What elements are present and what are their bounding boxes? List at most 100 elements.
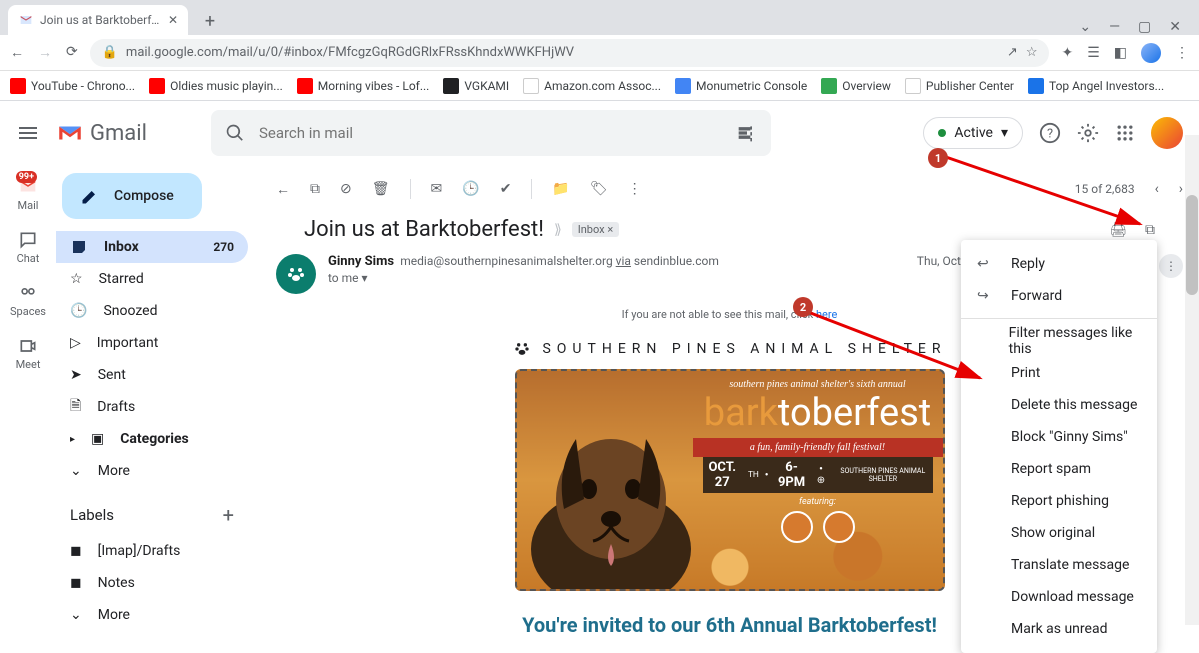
search-input[interactable] [259,124,723,142]
inbox-chip[interactable]: Inbox × [572,222,619,237]
menu-unread[interactable]: Mark as unread [961,613,1157,645]
profile-avatar-icon[interactable] [1141,43,1161,63]
status-chip[interactable]: Active▾ [923,117,1023,149]
archive-icon[interactable]: ⧉ [310,181,320,197]
browser-tab[interactable]: Join us at Barktoberfest! - marsh ✕ [8,5,188,35]
back-icon[interactable]: ← [10,44,24,61]
new-tab-button[interactable]: + [196,7,224,35]
bookmark-item[interactable]: YouTube - Chrono... [10,78,135,94]
menu-original[interactable]: Show original [961,517,1157,549]
rail-mail[interactable]: 99+ Mail [17,175,39,212]
scrollbar-thumb[interactable] [1186,195,1198,295]
app-rail: 99+ Mail Chat Spaces Meet [0,165,56,637]
spam-icon[interactable]: ⊘ [340,181,352,197]
share-icon[interactable]: ↗ [1007,45,1018,60]
tune-icon[interactable] [737,123,757,143]
menu-translate[interactable]: Translate message [961,549,1157,581]
compose-button[interactable]: Compose [62,173,202,219]
sender-name: Ginny Sims [328,254,394,269]
sidebar-item-important[interactable]: ▷Important [56,327,248,359]
clock-icon: 🕒 [70,303,87,319]
sidebar-item-drafts[interactable]: 🗎Drafts [56,391,248,423]
dog-image [515,399,711,591]
bookmark-item[interactable]: VGKAMI [443,78,509,94]
more-icon[interactable]: ⋮ [628,181,642,197]
prev-icon[interactable]: ‹ [1155,181,1159,197]
menu-phishing[interactable]: Report phishing [961,485,1157,517]
maximize-icon[interactable]: ▢ [1138,19,1151,35]
sender-avatar[interactable] [276,254,316,294]
sidebar-item-inbox[interactable]: Inbox270 [56,231,248,263]
print-icon[interactable]: 🖨 [1109,222,1127,238]
caret-down-icon: ▾ [362,271,368,285]
back-icon[interactable]: ← [276,181,290,198]
fallback-link[interactable]: here [816,308,837,321]
search-icon [225,123,245,143]
window-controls: ⌄ — ▢ ✕ [1079,19,1191,35]
gmail-logo[interactable]: Gmail [56,121,147,146]
chevron-down-icon[interactable]: ⌄ [1079,19,1091,35]
bookmark-item[interactable]: Publisher Center [905,78,1014,94]
bookmark-item[interactable]: Morning vibes - Lof... [297,78,430,94]
label-more[interactable]: ⌄More [56,599,248,631]
reload-icon[interactable]: ⟳ [66,44,78,61]
label-icon[interactable]: 🏷 [590,181,608,197]
label-item[interactable]: ◼Notes [56,567,248,599]
to-line[interactable]: to me ▾ [328,271,905,285]
side-panel-icon[interactable]: ◧ [1114,45,1127,61]
menu-delete[interactable]: Delete this message [961,389,1157,421]
close-window-icon[interactable]: ✕ [1169,19,1181,35]
kebab-icon[interactable]: ⋮ [1175,45,1189,61]
bookmark-item[interactable]: Oldies music playin... [149,78,283,94]
email-subject: Join us at Barktoberfest! [304,217,544,242]
pagination-counter: 15 of 2,683 [1075,182,1135,196]
menu-download[interactable]: Download message [961,581,1157,613]
move-icon[interactable]: 📁 [552,181,569,197]
rail-meet[interactable]: Meet [16,336,41,371]
rail-chat[interactable]: Chat [17,230,40,265]
extensions-icon[interactable]: ✦ [1061,45,1073,61]
menu-reply[interactable]: ↩Reply [961,248,1157,280]
search-box[interactable] [211,110,771,156]
bookmark-item[interactable]: Amazon.com Assoc... [523,78,661,94]
close-icon[interactable]: ✕ [168,13,178,27]
menu-icon[interactable] [16,121,40,145]
delete-icon[interactable]: 🗑 [372,181,390,197]
star-icon[interactable]: ☆ [1026,45,1038,60]
mark-unread-icon[interactable]: ✉ [431,181,443,197]
snooze-icon[interactable]: 🕒 [462,181,479,197]
next-icon[interactable]: › [1179,181,1183,197]
menu-forward[interactable]: ↪Forward [961,280,1157,312]
minimize-icon[interactable]: — [1109,19,1120,35]
popout-icon[interactable]: ⧉ [1145,222,1155,238]
add-label-icon[interactable]: + [223,503,234,527]
sidebar-item-starred[interactable]: ☆Starred [56,263,248,295]
vertical-scrollbar[interactable] [1185,135,1199,625]
menu-filter[interactable]: Filter messages like this [961,325,1157,357]
url-field[interactable]: 🔒 mail.google.com/mail/u/0/#inbox/FMfcgz… [90,39,1050,67]
help-icon[interactable]: ? [1039,122,1061,144]
address-bar: ← → ⟳ 🔒 mail.google.com/mail/u/0/#inbox/… [0,35,1199,71]
sidebar-item-snoozed[interactable]: 🕒Snoozed [56,295,248,327]
menu-print[interactable]: Print [961,357,1157,389]
bookmark-item[interactable]: Overview [821,78,891,94]
label-item[interactable]: ◼[Imap]/Drafts [56,535,248,567]
gmail-header: Gmail Active▾ ? [0,101,1199,165]
add-task-icon[interactable]: ✔ [500,181,512,197]
sidebar-item-categories[interactable]: ▸▣Categories [56,423,248,455]
bookmark-item[interactable]: Top Angel Investors... [1028,78,1164,94]
account-avatar[interactable] [1151,117,1183,149]
rail-spaces[interactable]: Spaces [10,283,46,318]
menu-spam[interactable]: Report spam [961,453,1157,485]
menu-block[interactable]: Block "Ginny Sims" [961,421,1157,453]
sidebar-item-more[interactable]: ⌄More [56,455,248,487]
apps-icon[interactable] [1115,123,1135,143]
settings-icon[interactable] [1077,122,1099,144]
important-marker-icon[interactable]: ⟫ [554,222,562,238]
sidebar-item-sent[interactable]: ➤Sent [56,359,248,391]
message-more-icon[interactable]: ⋮ [1159,254,1183,278]
bookmark-item[interactable]: Monumetric Console [675,78,807,94]
paw-icon [284,262,308,286]
reading-list-icon[interactable]: ☰ [1087,45,1100,61]
label-icon: ◼ [70,543,82,559]
